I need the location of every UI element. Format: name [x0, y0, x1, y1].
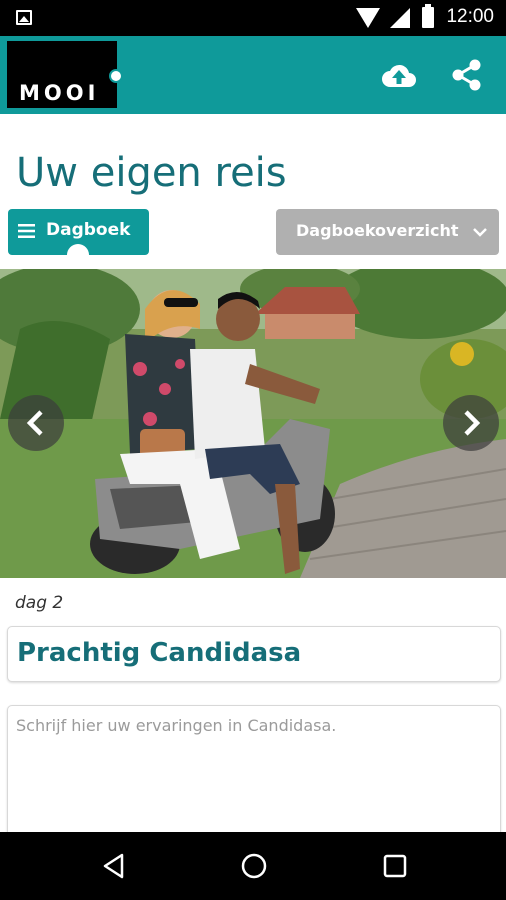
dagboekoverzicht-label: Dagboekoverzicht [296, 221, 459, 240]
status-bar: 12:00 [0, 0, 506, 36]
logo-dot [109, 69, 123, 83]
cloud-upload-icon[interactable] [380, 57, 418, 93]
entry-title-value: Prachtig Candidasa [17, 638, 302, 668]
menu-icon [18, 224, 35, 238]
status-time: 12:00 [446, 6, 494, 27]
logo-text: MOOI [19, 81, 100, 105]
battery-icon [422, 4, 434, 28]
recent-apps-icon[interactable] [381, 852, 409, 880]
dagboekoverzicht-dropdown[interactable]: Dagboekoverzicht [276, 209, 499, 255]
app-bar: MOOI [0, 36, 506, 114]
entry-text-area[interactable]: Schrijf hier uw ervaringen in Candidasa. [7, 705, 501, 845]
previous-photo-button[interactable] [8, 395, 64, 451]
page-title: Uw eigen reis [16, 150, 287, 196]
system-nav-bar [0, 832, 506, 900]
home-icon[interactable] [240, 852, 268, 880]
signal-icon [390, 8, 410, 28]
dagboek-button[interactable]: Dagboek [8, 209, 149, 266]
image-notification-icon [16, 10, 32, 25]
day-label: dag 2 [15, 593, 64, 613]
entry-text-placeholder: Schrijf hier uw ervaringen in Candidasa. [16, 716, 337, 735]
mooi-logo[interactable]: MOOI [7, 41, 123, 108]
back-icon[interactable] [100, 852, 128, 880]
share-icon[interactable] [448, 57, 486, 93]
entry-title-field[interactable]: Prachtig Candidasa [7, 626, 501, 682]
chevron-down-icon [473, 228, 487, 237]
photo-scooter-image[interactable] [0, 269, 506, 578]
chevron-left-icon [26, 410, 43, 436]
chevron-right-icon [464, 410, 481, 436]
dagboek-label: Dagboek [46, 220, 131, 240]
wifi-icon [356, 8, 380, 28]
next-photo-button[interactable] [443, 395, 499, 451]
active-indicator [67, 244, 89, 266]
